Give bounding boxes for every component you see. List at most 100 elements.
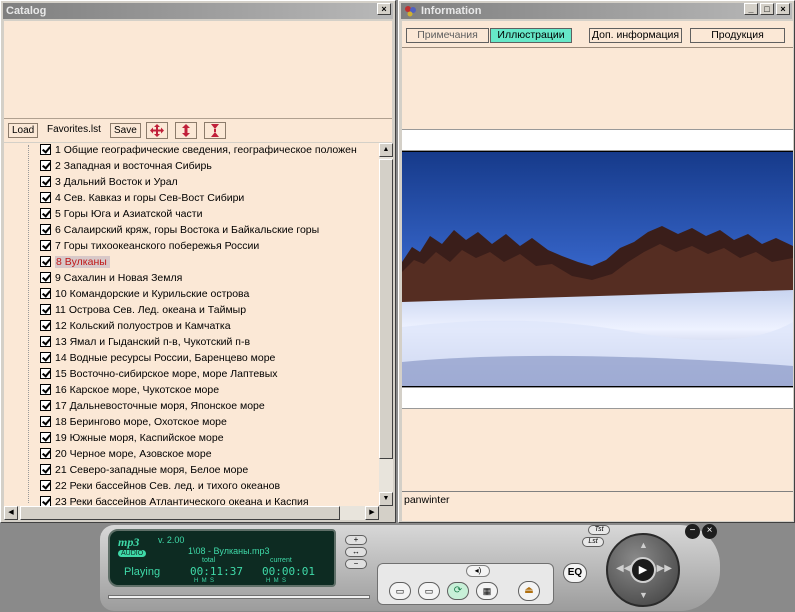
eq-label: EQ (567, 567, 583, 578)
list-item[interactable]: 22 Реки бассейнов Сев. лед. и тихого оке… (40, 479, 280, 494)
checkbox[interactable] (40, 256, 51, 267)
catalog-horizontal-scrollbar[interactable]: ◀ ▶ (4, 506, 379, 520)
list-item[interactable]: 10 Командорские и Курильские острова (40, 287, 249, 302)
checkbox[interactable] (40, 320, 51, 331)
tab-illustrations[interactable]: Иллюстрации (490, 28, 572, 43)
scroll-right-button[interactable]: ▶ (365, 506, 379, 520)
close-icon: × (381, 4, 387, 14)
volume-down-button[interactable]: − (345, 559, 367, 569)
list-item[interactable]: 20 Черное море, Азовское море (40, 447, 212, 462)
list-item[interactable]: 21 Северо-западные моря, Белое море (40, 463, 248, 478)
checkbox[interactable] (40, 416, 51, 427)
maximize-icon: □ (764, 4, 770, 14)
lst-button[interactable]: Lst (582, 537, 604, 547)
checkbox[interactable] (40, 176, 51, 187)
catalog-vertical-scrollbar[interactable]: ▲ ▼ (379, 143, 393, 506)
pause-button[interactable]: ▭ (418, 582, 440, 600)
player-close-button[interactable]: × (702, 524, 717, 539)
checkbox[interactable] (40, 432, 51, 443)
list-item-label: 2 Западная и восточная Сибирь (55, 160, 212, 172)
list-item-label: 5 Горы Юга и Азиатской части (55, 208, 203, 220)
player-minimize-button[interactable]: − (685, 524, 700, 539)
checkbox[interactable] (40, 352, 51, 363)
list-item[interactable]: 15 Восточно-сибирское море, море Лаптевы… (40, 367, 278, 382)
checkbox[interactable] (40, 448, 51, 459)
list-item[interactable]: 7 Горы тихоокеанского побережья России (40, 239, 259, 254)
checkbox[interactable] (40, 304, 51, 315)
maximize-button[interactable]: □ (760, 3, 774, 15)
list-item[interactable]: 17 Дальневосточные моря, Японское море (40, 399, 265, 414)
list-item[interactable]: 9 Сахалин и Новая Земля (40, 271, 182, 286)
list-item[interactable]: 16 Карское море, Чукотское море (40, 383, 219, 398)
checkbox[interactable] (40, 192, 51, 203)
collapse-icon[interactable] (204, 122, 226, 139)
checkbox[interactable] (40, 496, 51, 506)
scroll-left-button[interactable]: ◀ (4, 506, 18, 520)
tab-extra-info[interactable]: Доп. информация (589, 28, 682, 43)
minimize-button[interactable]: _ (744, 3, 758, 15)
move-all-icon[interactable] (146, 122, 168, 139)
speaker-icon[interactable]: ◂) (466, 565, 490, 577)
checkbox[interactable] (40, 480, 51, 491)
play-button[interactable]: ▶ (630, 557, 656, 583)
checkbox[interactable] (40, 384, 51, 395)
list-item-label: 10 Командорские и Курильские острова (55, 288, 250, 300)
list-item[interactable]: 5 Горы Юга и Азиатской части (40, 207, 202, 222)
list-item-label: 19 Южные моря, Каспийское море (55, 432, 224, 444)
scroll-up-button[interactable]: ▲ (379, 143, 393, 157)
checkbox[interactable] (40, 288, 51, 299)
list-item[interactable]: 13 Ямал и Гыданский п-в, Чукотский п-в (40, 335, 250, 350)
up-icon[interactable]: ▲ (639, 540, 648, 550)
checkbox[interactable] (40, 368, 51, 379)
checkbox[interactable] (40, 464, 51, 475)
list-item[interactable]: 1 Общие географические сведения, географ… (40, 143, 357, 158)
playlist-button[interactable]: ▦ (476, 582, 498, 600)
checkbox[interactable] (40, 144, 51, 155)
list-item[interactable]: 3 Дальний Восток и Урал (40, 175, 178, 190)
tst-button[interactable]: Tst (588, 525, 610, 535)
scroll-down-button[interactable]: ▼ (379, 492, 393, 506)
checkbox[interactable] (40, 160, 51, 171)
checkbox[interactable] (40, 272, 51, 283)
list-item[interactable]: 14 Водные ресурсы России, Баренцево море (40, 351, 275, 366)
checkbox[interactable] (40, 400, 51, 411)
list-item[interactable]: 18 Берингово море, Охотское море (40, 415, 227, 430)
list-item[interactable]: 12 Кольский полуостров и Камчатка (40, 319, 231, 334)
list-item[interactable]: 11 Острова Сев. Лед. океана и Таймыр (40, 303, 246, 318)
eject-button[interactable]: ⏏ (518, 581, 540, 601)
checkbox[interactable] (40, 240, 51, 251)
load-button[interactable]: Load (8, 123, 39, 138)
down-icon[interactable]: ▼ (639, 590, 648, 600)
checkbox[interactable] (40, 208, 51, 219)
save-button[interactable]: Save (110, 123, 141, 138)
list-item-selected[interactable]: 8 Вулканы (40, 255, 110, 270)
next-icon[interactable]: ▶▶ (657, 563, 672, 574)
list-item[interactable]: 19 Южные моря, Каспийское море (40, 431, 224, 446)
tab-notes[interactable]: Примечания (406, 28, 489, 43)
move-vertical-icon[interactable] (175, 122, 197, 139)
volume-up-button[interactable]: + (345, 535, 367, 545)
list-item[interactable]: 23 Реки бассейнов Атлантического океана … (40, 495, 309, 506)
list-item[interactable]: 2 Западная и восточная Сибирь (40, 159, 212, 174)
eq-button[interactable]: EQ (563, 563, 587, 583)
checkbox[interactable] (40, 336, 51, 347)
information-titlebar[interactable]: Information (401, 3, 792, 19)
lst-label: Lst (588, 538, 598, 545)
catalog-close-button[interactable]: × (377, 3, 391, 15)
balance-button[interactable]: ↔ (345, 547, 367, 557)
catalog-titlebar[interactable]: Catalog (3, 3, 393, 19)
close-button[interactable]: × (776, 3, 790, 15)
tab-products[interactable]: Продукция (690, 28, 785, 43)
stop-button[interactable]: ▭ (389, 582, 411, 600)
scroll-thumb[interactable] (20, 506, 340, 520)
repeat-button[interactable]: ⟳ (447, 582, 469, 600)
list-item[interactable]: 4 Сев. Кавказ и горы Сев-Вост Сибири (40, 191, 244, 206)
checkbox[interactable] (40, 224, 51, 235)
catalog-list: 1 Общие географические сведения, географ… (4, 143, 379, 506)
playlist-file-name: Favorites.lst (47, 124, 101, 135)
scroll-thumb[interactable] (379, 159, 393, 459)
list-item-label: 8 Вулканы (55, 256, 110, 268)
list-item-label: 9 Сахалин и Новая Земля (55, 272, 183, 284)
list-item[interactable]: 6 Салаирский кряж, горы Востока и Байкал… (40, 223, 319, 238)
seek-bar[interactable] (108, 595, 370, 599)
